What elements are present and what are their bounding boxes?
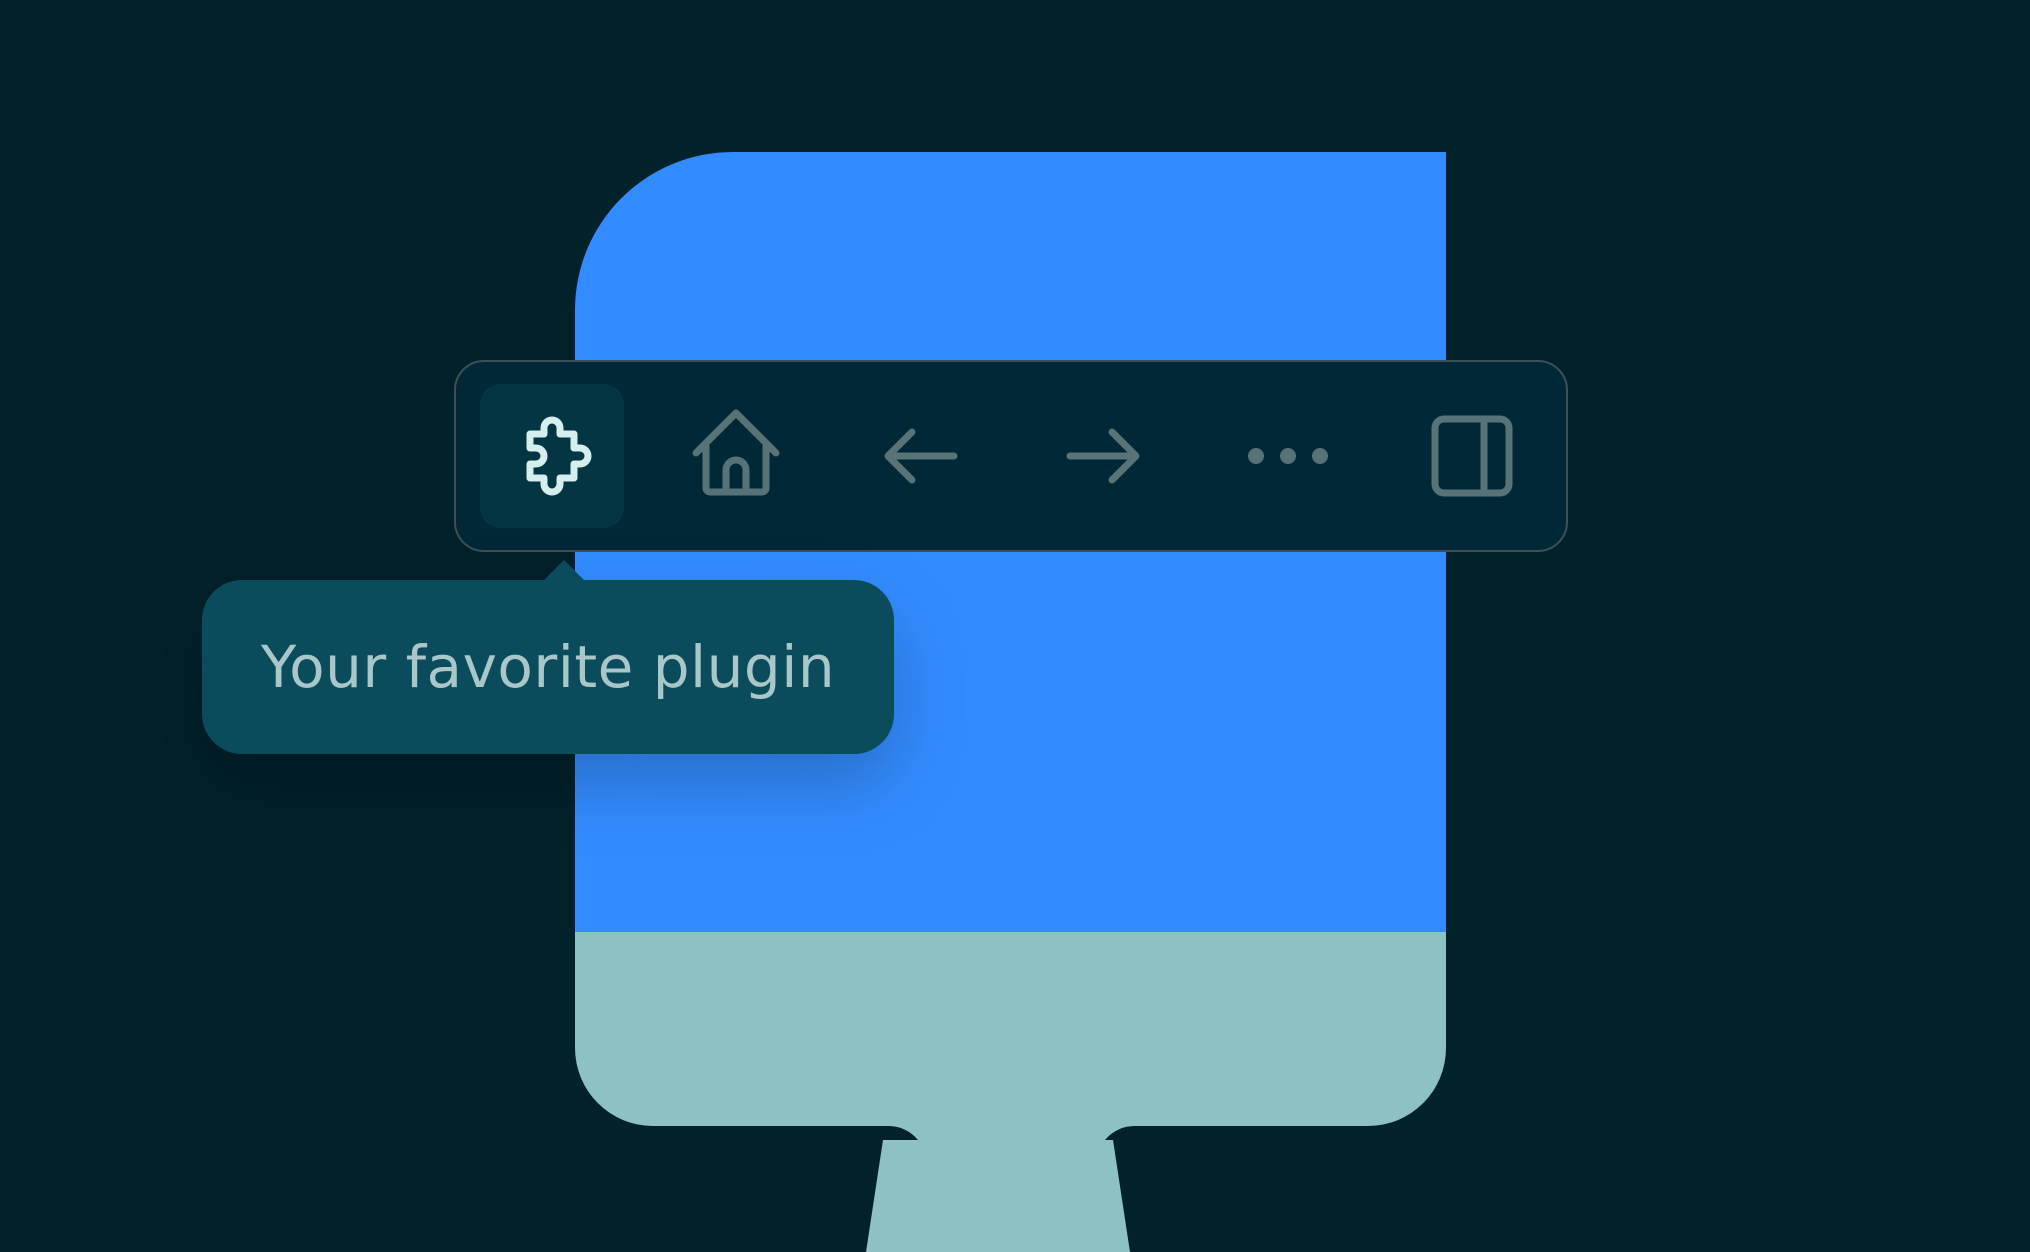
plugin-button[interactable] [480, 384, 624, 528]
tooltip-arrow [534, 560, 594, 590]
home-button[interactable] [664, 384, 808, 528]
sidebar-toggle-button[interactable] [1400, 384, 1544, 528]
forward-button[interactable] [1032, 384, 1176, 528]
tooltip-text: Your favorite plugin [260, 633, 836, 701]
home-icon [692, 409, 780, 496]
back-button[interactable] [848, 384, 992, 528]
plugin-tooltip: Your favorite plugin [202, 560, 894, 754]
more-button[interactable] [1216, 384, 1360, 528]
browser-toolbar [454, 360, 1568, 552]
stage: Your favorite plugin [0, 0, 2030, 1252]
arrow-left-icon [884, 428, 958, 484]
puzzle-piece-icon [526, 416, 592, 496]
sidebar-panel-icon [1431, 415, 1513, 497]
more-dots-icon [1248, 448, 1328, 464]
arrow-right-icon [1066, 428, 1140, 484]
paddle-handle-base [575, 932, 1446, 1252]
